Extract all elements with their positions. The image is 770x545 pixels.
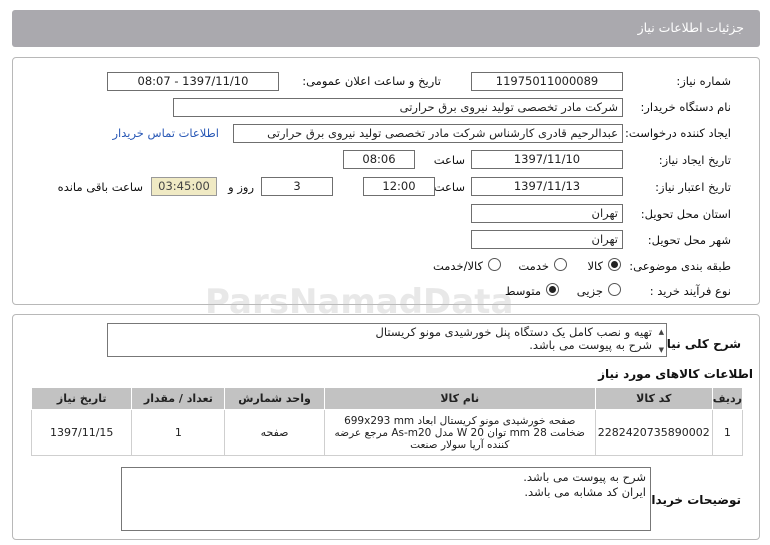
announce-label: تاریخ و ساعت اعلان عمومی: (302, 74, 441, 88)
general-desc-box: تهیه و نصب کامل یک دستگاه پنل خورشیدی مو… (107, 323, 667, 357)
category-radio-goods[interactable] (608, 258, 621, 271)
cell-qty: 1 (131, 409, 226, 456)
validity-date-label: تاریخ اعتبار نیاز: (655, 180, 731, 194)
items-table-header: ردیف کد کالا نام کالا واحد شمارش تعداد /… (30, 387, 744, 410)
create-date-label: تاریخ ایجاد نیاز: (658, 153, 731, 167)
category-radio-service[interactable] (554, 258, 567, 271)
category-option-goods: کالا (587, 259, 603, 273)
category-radio-goods-service[interactable] (488, 258, 501, 271)
need-info-panel: شماره نیاز: 11975011000089 تاریخ و ساعت … (12, 57, 760, 305)
items-table: ردیف کد کالا نام کالا واحد شمارش تعداد /… (30, 387, 744, 456)
validity-time-field: 12:00 (363, 177, 435, 196)
province-field: تهران (471, 204, 623, 223)
create-date-field: 1397/11/10 (471, 150, 623, 169)
buyer-notes-line-2: ایران کد مشابه می باشد. (524, 485, 646, 499)
create-time-label: ساعت (433, 153, 465, 167)
cell-date: 1397/11/15 (30, 409, 133, 456)
general-desc-line-2: شرح به پیوست می باشد. (529, 338, 652, 352)
scroll-up-icon[interactable]: ▲ (659, 326, 664, 339)
process-option-medium: متوسط (504, 284, 541, 298)
cell-unit: صفحه (224, 409, 325, 456)
buyer-notes-label: توضیحات خریدار: (639, 493, 741, 507)
process-label: نوع فرآیند خرید : (649, 284, 731, 298)
general-desc-label: شرح کلی نیاز: (655, 337, 741, 351)
remaining-label: ساعت باقی مانده (57, 180, 143, 194)
need-number-label: شماره نیاز: (676, 74, 731, 88)
buyer-org-label: نام دستگاه خریدار: (640, 100, 731, 114)
category-option-goods-service: کالا/خدمت (432, 259, 483, 273)
create-time-field: 08:06 (343, 150, 415, 169)
category-option-service: خدمت (518, 259, 549, 273)
process-radio-minor[interactable] (608, 283, 621, 296)
requester-field: عبدالرحیم قادری کارشناس شرکت مادر تخصصی … (233, 124, 623, 143)
process-option-minor: جزیی (576, 284, 603, 298)
buyer-notes-box: شرح به پیوست می باشد. ایران کد مشابه می … (121, 467, 651, 531)
days-field: 3 (261, 177, 333, 196)
items-section-title: اطلاعات کالاهای مورد نیاز (598, 367, 753, 381)
column-header-row: ردیف (711, 387, 744, 410)
column-header-name: نام کالا (323, 387, 596, 410)
province-label: استان محل تحویل: (640, 207, 731, 221)
scroll-down-icon[interactable]: ▼ (659, 344, 664, 357)
cell-name: صفحه خورشیدی مونو کریستال ابعاد 699x293 … (323, 409, 596, 456)
buyer-org-field: شرکت مادر تخصصی تولید نیروی برق حرارتی (173, 98, 623, 117)
need-number-field: 11975011000089 (471, 72, 623, 91)
buyer-contact-link[interactable]: اطلاعات تماس خریدار (112, 126, 219, 140)
process-radio-medium[interactable] (546, 283, 559, 296)
city-label: شهر محل تحویل: (647, 233, 731, 247)
announce-field: 1397/11/10 - 08:07 (107, 72, 279, 91)
validity-time-label: ساعت (433, 180, 465, 194)
days-label: روز و (228, 180, 254, 194)
page-title: جزئیات اطلاعات نیاز (637, 20, 744, 35)
column-header-code: کد کالا (594, 387, 713, 410)
need-details-panel: شرح کلی نیاز: تهیه و نصب کامل یک دستگاه … (12, 314, 760, 540)
column-header-qty: تعداد / مقدار (131, 387, 226, 410)
table-row: 1 2282420735890002 صفحه خورشیدی مونو کری… (30, 409, 744, 456)
requester-label: ایجاد کننده درخواست: (625, 126, 731, 140)
validity-date-field: 1397/11/13 (471, 177, 623, 196)
category-label: طبقه بندی موضوعی: (629, 259, 731, 273)
column-header-date: تاریخ نیاز (30, 387, 133, 410)
cell-row: 1 (711, 409, 744, 456)
cell-code: 2282420735890002 (594, 409, 713, 456)
column-header-unit: واحد شمارش (224, 387, 325, 410)
page-header: جزئیات اطلاعات نیاز (12, 10, 760, 47)
remaining-time-field: 03:45:00 (151, 177, 217, 196)
buyer-notes-line-1: شرح به پیوست می باشد. (523, 470, 646, 484)
city-field: تهران (471, 230, 623, 249)
